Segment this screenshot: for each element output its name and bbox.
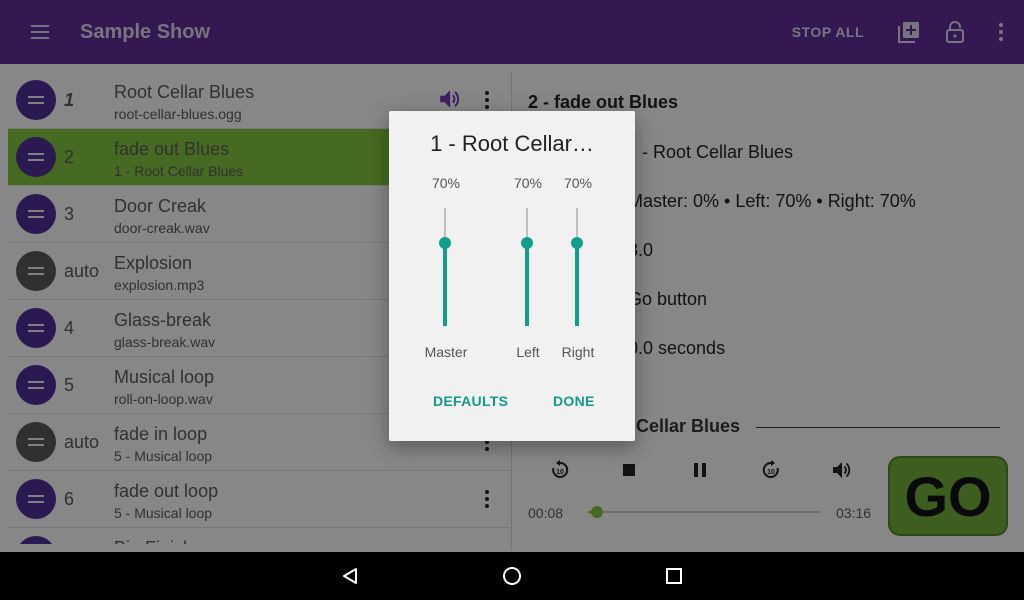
right-slider-fill: [575, 243, 579, 326]
left-slider-thumb[interactable]: [521, 237, 533, 250]
defaults-button[interactable]: DEFAULTS: [433, 393, 508, 409]
master-volume-label: Master: [424, 344, 468, 360]
nav-recents-button[interactable]: [662, 564, 686, 588]
done-button[interactable]: DONE: [553, 393, 595, 409]
master-slider-fill: [443, 243, 447, 326]
system-nav-bar: [0, 552, 1024, 600]
right-volume-slider[interactable]: 70% Right: [548, 175, 608, 365]
nav-back-button[interactable]: [338, 564, 362, 588]
back-triangle-icon: [343, 568, 357, 584]
home-circle-icon: [503, 567, 521, 585]
right-slider-thumb[interactable]: [571, 237, 583, 250]
app-root: Sample Show STOP ALL 1 Root Cellar Blues r…: [0, 0, 1024, 600]
volume-dialog: 1 - Root Cellar… 70% Master 70% Left 70%…: [389, 111, 635, 441]
left-slider-fill: [525, 243, 529, 326]
right-volume-percent: 70%: [563, 175, 593, 191]
master-slider-thumb[interactable]: [439, 237, 451, 250]
recents-square-icon: [666, 568, 682, 584]
dialog-title: 1 - Root Cellar…: [430, 131, 594, 156]
master-volume-slider[interactable]: 70% Master: [416, 175, 476, 365]
right-volume-label: Right: [561, 344, 595, 360]
nav-home-button[interactable]: [500, 564, 524, 588]
master-volume-percent: 70%: [431, 175, 461, 191]
